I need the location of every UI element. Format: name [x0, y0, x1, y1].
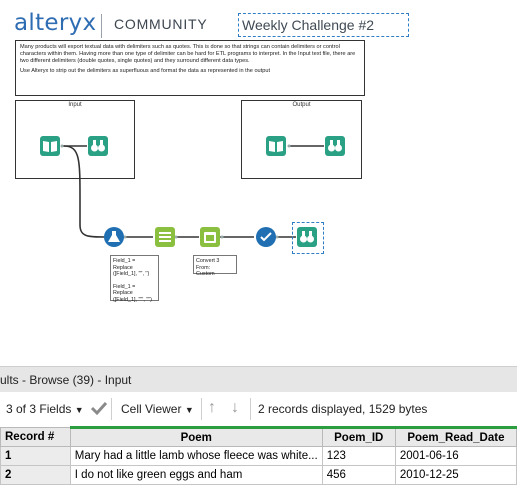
toolbar-divider — [111, 398, 112, 420]
formula-line-1: Field_1 = Replace — [113, 258, 136, 271]
workflow-connections — [60, 144, 324, 239]
browse-tool-input[interactable] — [88, 136, 108, 156]
cell-poem-id[interactable]: 123 — [321, 446, 396, 466]
datetime-annotation: Convert 3 From: Custom — [193, 255, 237, 277]
binoculars-icon — [328, 140, 342, 152]
results-table: Record # Poem Poem_ID Poem_Read_Date 1 M… — [0, 426, 517, 485]
record-number: 2 — [0, 465, 71, 485]
datetime-tool[interactable] — [200, 227, 220, 247]
cell-poem-read-date[interactable]: 2001-06-16 — [394, 446, 517, 466]
fields-dropdown[interactable]: 3 of 3 Fields ▼ — [6, 402, 84, 416]
input-data-tool[interactable] — [40, 136, 60, 156]
calendar-icon — [204, 232, 216, 243]
cell-poem-id[interactable]: 456 — [321, 465, 396, 485]
toolbar-divider — [250, 398, 251, 420]
cell-poem-read-date[interactable]: 2010-12-25 — [394, 465, 517, 485]
output-text-input-tool[interactable] — [266, 136, 286, 156]
header-poem-id[interactable]: Poem_ID — [321, 426, 396, 447]
record-number: 1 — [0, 446, 71, 466]
arrow-up-icon[interactable]: ↑ — [208, 399, 216, 417]
table-row[interactable]: 1 Mary had a little lamb whose fleece wa… — [0, 446, 517, 466]
table-header-row: Record # Poem Poem_ID Poem_Read_Date — [0, 426, 517, 447]
browse-tool-final[interactable] — [297, 227, 317, 247]
binoculars-icon — [91, 140, 105, 152]
binoculars-icon — [300, 231, 314, 243]
header-poem-read-date[interactable]: Poem_Read_Date — [394, 426, 517, 447]
cell-poem[interactable]: I do not like green eggs and ham — [69, 465, 323, 485]
convert-line-2: Custom — [196, 271, 215, 278]
results-pane-header[interactable]: ults - Browse (39) - Input — [0, 366, 517, 392]
cell-poem[interactable]: Mary had a little lamb whose fleece was … — [69, 446, 323, 466]
formula-annotation: Field_1 = Replace ([Field_1], '"', '') F… — [110, 255, 159, 303]
records-summary: 2 records displayed, 1529 bytes — [258, 402, 428, 416]
convert-line-1: Convert 3 From: — [196, 258, 220, 271]
book-icon — [269, 141, 283, 152]
formula-line-2: ([Field_1], '"', '') — [113, 271, 150, 278]
chevron-down-icon: ▼ — [74, 405, 84, 415]
cell-viewer-dropdown[interactable]: Cell Viewer ▼ — [121, 402, 194, 416]
arrow-down-icon[interactable]: ↓ — [231, 399, 239, 417]
flask-icon — [108, 231, 120, 242]
browse-tool-output[interactable] — [325, 136, 345, 156]
text-to-columns-tool[interactable] — [155, 227, 175, 247]
fields-label: 3 of 3 Fields — [6, 402, 72, 416]
formula-tool[interactable] — [104, 227, 124, 247]
formula-line-3: Field_1 = Replace — [113, 283, 136, 297]
formula-line-4: ([Field_1], "'", "") — [113, 296, 152, 303]
header-record[interactable]: Record # — [0, 427, 71, 447]
table-row[interactable]: 2 I do not like green eggs and ham 456 2… — [0, 465, 517, 485]
results-toolbar: 3 of 3 Fields ▼ Cell Viewer ▼ ↑ ↓ 2 reco… — [0, 398, 517, 422]
checkmark-icon — [260, 232, 272, 242]
header-poem[interactable]: Poem — [69, 426, 323, 447]
book-icon — [43, 141, 57, 152]
chevron-down-icon: ▼ — [184, 405, 194, 415]
results-title: ults - Browse (39) - Input — [0, 373, 132, 387]
columns-icon — [159, 232, 171, 242]
toolbar-divider — [201, 398, 202, 420]
select-tool[interactable] — [256, 227, 276, 247]
cell-viewer-label: Cell Viewer — [121, 402, 182, 416]
checkmark-icon[interactable] — [90, 400, 108, 419]
